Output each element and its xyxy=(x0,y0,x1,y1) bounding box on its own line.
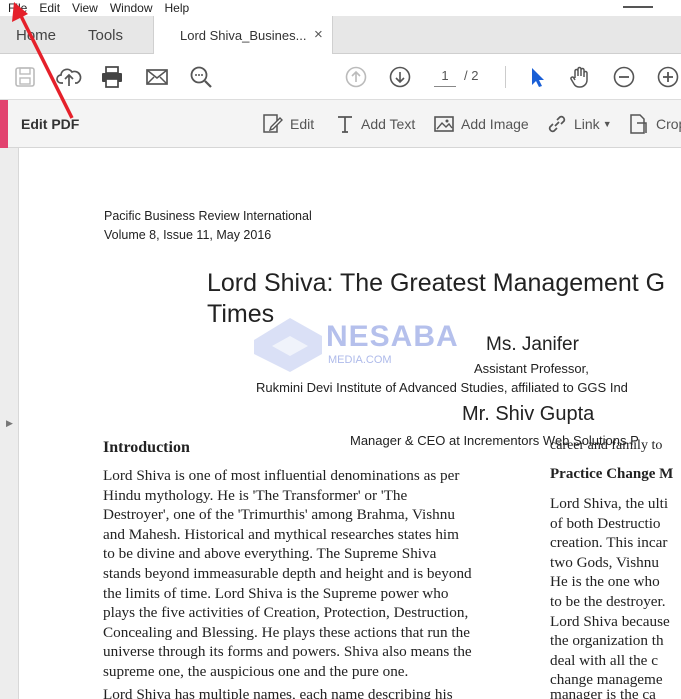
page-number-input[interactable]: 1 xyxy=(434,67,456,87)
add-image-label: Add Image xyxy=(461,116,529,132)
document-viewport[interactable]: ▶ Pacific Business Review International … xyxy=(0,148,681,699)
add-image-button[interactable]: Add Image xyxy=(433,113,529,135)
menu-window[interactable]: Window xyxy=(104,1,159,16)
tab-bar: Home Tools Lord Shiva_Busines... × xyxy=(0,16,681,54)
link-icon xyxy=(548,115,566,133)
add-text-label: Add Text xyxy=(361,116,416,132)
upload-cloud-icon[interactable] xyxy=(56,64,82,90)
intro-line: and Mahesh. Historical and mythical rese… xyxy=(103,525,459,543)
crop-label: Crop xyxy=(656,116,681,132)
practice-line: of both Destructio xyxy=(550,514,661,532)
practice-line: Lord Shiva because xyxy=(550,612,670,630)
intro-line: Destroyer', one of the 'Trimurthis' amon… xyxy=(103,506,455,524)
author1-name: Ms. Janifer xyxy=(486,334,579,355)
save-icon[interactable] xyxy=(12,64,38,90)
minimize-button[interactable] xyxy=(623,0,653,8)
journal-volume: Volume 8, Issue 11, May 2016 xyxy=(104,228,272,242)
select-cursor-icon[interactable] xyxy=(524,64,550,90)
intro-line: Lord Shiva is one of most influential de… xyxy=(103,467,460,484)
intro-line: to be divine and above everything. The S… xyxy=(103,545,437,563)
intro-line: supreme one, the auspicious one and the … xyxy=(103,662,409,680)
zoom-out-icon[interactable] xyxy=(611,64,637,90)
left-panel-toggle[interactable]: ▶ xyxy=(0,148,19,699)
intro-line: Concealing and Blessing. He plays these … xyxy=(103,623,470,641)
main-toolbar: 1 / 2 xyxy=(0,54,681,100)
expand-panel-icon: ▶ xyxy=(6,418,13,428)
intro-line: stands beyond immeasurable depth and hei… xyxy=(103,564,472,582)
intro-line: Hindu mythology. He is 'The Transformer'… xyxy=(103,486,408,504)
add-text-button[interactable]: Add Text xyxy=(335,113,415,135)
practice-line: deal with all the c xyxy=(550,651,658,669)
edit-pdf-bar: Edit PDF Edit Add Text Add Image Link ▼ xyxy=(0,100,681,148)
crop-icon xyxy=(630,114,647,134)
search-icon[interactable] xyxy=(188,64,214,90)
watermark-sub: MEDIA.COM xyxy=(328,354,392,366)
intro-line: plays the five activities of Creation, P… xyxy=(103,604,469,622)
tab-home[interactable]: Home xyxy=(16,27,56,44)
link-button[interactable]: Link ▼ xyxy=(546,113,612,135)
link-label: Link xyxy=(574,116,600,132)
page-total: / 2 xyxy=(464,68,479,83)
edit-icon xyxy=(263,114,283,133)
menu-bar: File Edit View Window Help xyxy=(0,0,681,16)
practice-heading: Practice Change M xyxy=(550,466,674,482)
journal-name: Pacific Business Review International xyxy=(104,209,312,223)
next-paragraph-line: Lord Shiva has multiple names, each name… xyxy=(103,686,453,699)
author1-role: Assistant Professor, xyxy=(474,361,589,376)
institute-line: Rukmini Devi Institute of Advanced Studi… xyxy=(256,380,628,395)
practice-line: two Gods, Vishnu xyxy=(550,553,659,571)
menu-view[interactable]: View xyxy=(66,1,104,16)
toolbar-divider xyxy=(505,66,506,88)
crop-button[interactable]: Crop xyxy=(628,113,681,135)
intro-line: the limits of time. Lord Shiva is the Su… xyxy=(103,584,449,602)
add-image-icon xyxy=(434,116,454,132)
next-page-icon[interactable] xyxy=(387,64,413,90)
author2-name: Mr. Shiv Gupta xyxy=(462,403,595,425)
add-text-icon xyxy=(338,116,352,133)
edit-tool-button[interactable]: Edit xyxy=(262,113,314,135)
paper-title-line2: Times xyxy=(207,300,275,328)
watermark: NESABA MEDIA.COM xyxy=(250,310,458,380)
intro-paragraph: Lord Shiva is one of most influential de… xyxy=(103,466,521,682)
tab-document[interactable]: Lord Shiva_Busines... × xyxy=(153,16,333,54)
edit-pdf-title: Edit PDF xyxy=(21,116,80,132)
intro-line: universe through its forms and powers. S… xyxy=(103,643,472,661)
practice-line: the organization th xyxy=(550,632,664,650)
tab-tools[interactable]: Tools xyxy=(88,27,123,44)
tab-document-label: Lord Shiva_Busines... xyxy=(180,28,307,43)
watermark-word: NESABA xyxy=(326,320,459,353)
menu-file[interactable]: File xyxy=(0,1,33,16)
zoom-in-icon[interactable] xyxy=(655,64,681,90)
journal-info: Pacific Business Review International Vo… xyxy=(104,207,312,245)
previous-page-icon[interactable] xyxy=(343,64,369,90)
print-icon[interactable] xyxy=(99,64,125,90)
hand-tool-icon[interactable] xyxy=(568,64,594,90)
practice-line: to be the destroyer. xyxy=(550,592,666,610)
close-tab-icon[interactable]: × xyxy=(314,26,323,43)
mail-icon[interactable] xyxy=(144,64,170,90)
practice-paragraph: Lord Shiva, the ulti of both Destructio … xyxy=(550,494,670,699)
right-column-fragment: career and family to xyxy=(550,438,663,453)
practice-line: creation. This incar xyxy=(550,534,668,552)
practice-line: manager is the ca xyxy=(550,685,656,699)
paper-title-line1: Lord Shiva: The Greatest Management G xyxy=(207,269,666,297)
practice-line: He is the one who xyxy=(550,573,660,591)
edit-tool-label: Edit xyxy=(290,116,315,132)
intro-heading: Introduction xyxy=(103,439,190,456)
menu-help[interactable]: Help xyxy=(159,1,196,16)
chevron-down-icon: ▼ xyxy=(602,119,612,129)
edit-pdf-accent xyxy=(0,100,8,148)
menu-edit[interactable]: Edit xyxy=(33,1,66,16)
practice-line: Lord Shiva, the ulti xyxy=(550,495,669,512)
